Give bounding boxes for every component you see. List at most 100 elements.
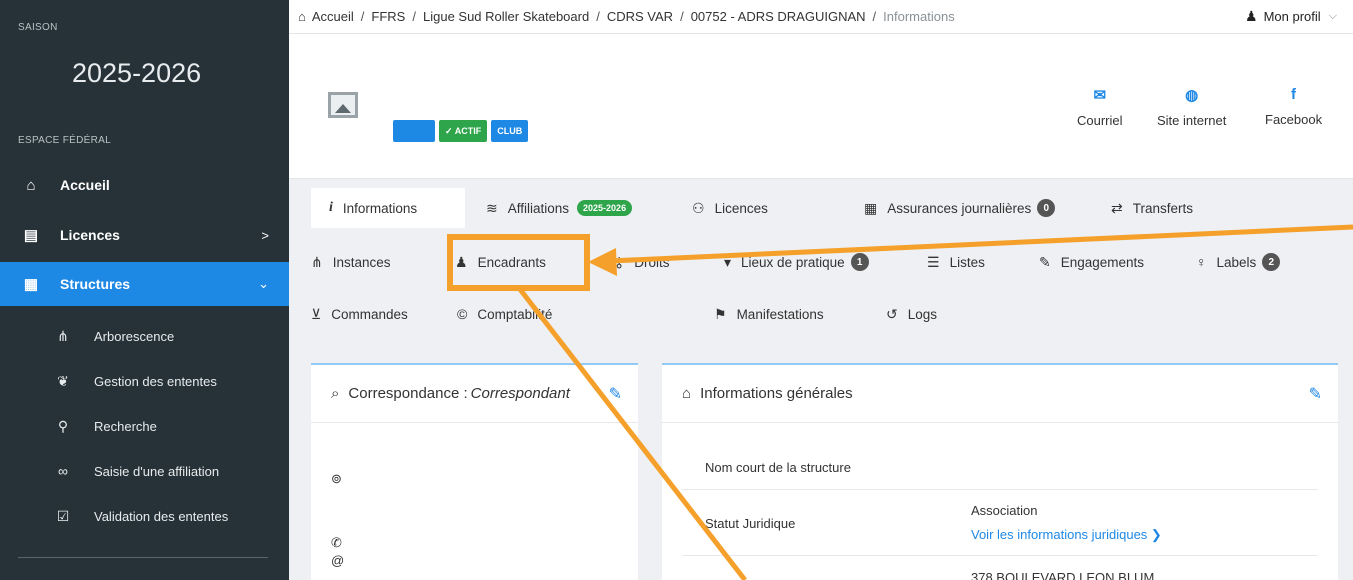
tab-label: Assurances journalières bbox=[887, 200, 1032, 216]
edit-icon[interactable]: ✎ bbox=[1309, 384, 1322, 404]
tab-label: Comptabilité bbox=[477, 306, 553, 322]
tab-affiliations[interactable]: ≋ Affiliations 2025-2026 bbox=[486, 188, 633, 228]
sidebar-item-structures[interactable]: ▦ Structures ⌄ bbox=[0, 262, 289, 306]
tab-transferts[interactable]: ⇄ Transferts bbox=[1111, 188, 1193, 228]
tab-instances[interactable]: ⋔ Instances bbox=[311, 242, 391, 282]
card-title-italic: Correspondant bbox=[470, 385, 570, 402]
link-icon: ∞ bbox=[58, 463, 68, 479]
tab-comptabilite[interactable]: © Comptabilité bbox=[457, 294, 552, 334]
tab-manifestations[interactable]: ⚑ Manifestations bbox=[714, 294, 824, 334]
tab-engagements[interactable]: ✎ Engagements bbox=[1039, 242, 1144, 282]
field-value: Association bbox=[971, 503, 1038, 518]
breadcrumb-item[interactable]: Ligue Sud Roller Skateboard bbox=[423, 9, 589, 24]
location-icon: ⊚ bbox=[331, 471, 342, 486]
sidebar-subitem-saisie-affiliation[interactable]: ∞ Saisie d'une affiliation bbox=[0, 451, 289, 491]
tab-label: Engagements bbox=[1060, 254, 1145, 270]
tab-label: Encadrants bbox=[477, 254, 546, 270]
tab-label: Commandes bbox=[331, 306, 408, 322]
building-icon: ▦ bbox=[23, 276, 39, 293]
edit-icon: ✎ bbox=[1039, 253, 1051, 270]
breadcrumb-item[interactable]: 00752 - ADRS DRAGUIGNAN bbox=[691, 9, 866, 24]
key-icon: ⚷ bbox=[614, 253, 625, 270]
sidebar-item-licences[interactable]: ▤ Licences > bbox=[0, 213, 289, 257]
calendar-icon: ▦ bbox=[864, 199, 878, 216]
breadcrumb-item[interactable]: Accueil bbox=[312, 9, 354, 24]
card-title: Informations générales bbox=[700, 385, 853, 402]
season-pill: 2025-2026 bbox=[577, 200, 633, 216]
tab-label: Licences bbox=[714, 200, 768, 216]
social-label: Facebook bbox=[1265, 112, 1323, 127]
phone-icon: ✆ bbox=[331, 535, 342, 550]
tab-listes[interactable]: ☰ Listes bbox=[927, 242, 985, 282]
users-icon: ⚇ bbox=[692, 199, 705, 216]
card-header: ⌂ Informations générales ✎ bbox=[662, 365, 1338, 423]
sidebar-subitem-recherche[interactable]: ⚲ Recherche bbox=[0, 406, 289, 446]
history-icon: ↺ bbox=[886, 305, 898, 322]
tab-commandes[interactable]: ⊻ Commandes bbox=[311, 294, 408, 334]
sidebar-subitem-validation-ententes[interactable]: ☑ Validation des ententes bbox=[0, 496, 289, 536]
tab-label: Informations bbox=[342, 200, 418, 216]
flag-icon: ⚑ bbox=[714, 305, 727, 322]
breadcrumb-separator: / bbox=[596, 9, 600, 24]
site-internet-link[interactable]: ◍ Site internet bbox=[1157, 86, 1226, 128]
sidebar-subitem-arborescence[interactable]: ⋔ Arborescence bbox=[0, 316, 289, 356]
courriel-link[interactable]: ✉ Courriel bbox=[1077, 86, 1123, 128]
tab-lieux-de-pratique[interactable]: ▾ Lieux de pratique 1 bbox=[724, 242, 869, 282]
status-badge: ✓ ACTIF bbox=[439, 120, 488, 142]
tab-licences[interactable]: ⚇ Licences bbox=[692, 188, 768, 228]
tab-assurances-journalieres[interactable]: ▦ Assurances journalières 0 bbox=[864, 188, 1056, 228]
home-icon: ⌂ bbox=[682, 385, 692, 402]
season-label: SAISON bbox=[18, 22, 58, 33]
sidebar: SAISON 2025-2026 ESPACE FÉDÉRAL ⌂ Accuei… bbox=[0, 0, 289, 580]
card-icon: ▤ bbox=[23, 227, 39, 244]
sitemap-icon: ⋔ bbox=[311, 253, 323, 270]
field-label: Statut Juridique bbox=[705, 516, 796, 531]
sidebar-item-accueil[interactable]: ⌂ Accueil bbox=[0, 163, 289, 207]
tab-encadrants[interactable]: ♟ Encadrants bbox=[455, 242, 546, 282]
list-icon: ☰ bbox=[927, 253, 940, 270]
structure-header: ✓ ACTIF CLUB ✉ Courriel ◍ Site internet … bbox=[289, 34, 1353, 179]
image-placeholder-icon bbox=[328, 92, 358, 118]
chevron-down-icon: ⌵ bbox=[1328, 10, 1337, 22]
handshake-icon: ❦ bbox=[57, 372, 69, 389]
home-icon: ⌂ bbox=[26, 176, 36, 194]
social-label: Site internet bbox=[1157, 113, 1227, 128]
tab-logs[interactable]: ↺ Logs bbox=[886, 294, 937, 334]
facebook-icon: f bbox=[1291, 86, 1297, 103]
tab-informations[interactable]: i Informations bbox=[311, 188, 465, 228]
sidebar-item-label: Structures bbox=[60, 276, 131, 292]
tab-label: Transferts bbox=[1132, 200, 1193, 216]
sidebar-subitem-gestion-ententes[interactable]: ❦ Gestion des ententes bbox=[0, 361, 289, 401]
chat-icon: ⌕ bbox=[331, 385, 340, 402]
facebook-link[interactable]: f Facebook bbox=[1265, 86, 1322, 127]
breadcrumb-item[interactable]: FFRS bbox=[371, 9, 405, 24]
address-value: 378 BOULEVARD LEON BLUM bbox=[971, 570, 1155, 580]
breadcrumb-item[interactable]: CDRS VAR bbox=[607, 9, 673, 24]
count-badge: 1 bbox=[850, 253, 869, 271]
type-badge: CLUB bbox=[491, 120, 529, 142]
sidebar-divider bbox=[18, 557, 268, 558]
edit-icon[interactable]: ✎ bbox=[609, 384, 622, 404]
layers-icon: ≋ bbox=[486, 199, 498, 216]
home-icon: ⌂ bbox=[298, 9, 306, 24]
tab-label: Listes bbox=[949, 254, 985, 270]
tab-labels[interactable]: ♀ Labels 2 bbox=[1196, 242, 1281, 282]
profile-label: Mon profil bbox=[1263, 9, 1321, 24]
badges: ✓ ACTIF CLUB bbox=[393, 120, 529, 142]
tab-label: Instances bbox=[332, 254, 391, 270]
sidebar-subitem-label: Validation des ententes bbox=[94, 508, 229, 524]
sidebar-item-label: Licences bbox=[60, 227, 120, 243]
informations-generales-card: ⌂ Informations générales ✎ Nom court de … bbox=[662, 363, 1338, 580]
season-value[interactable]: 2025-2026 bbox=[72, 58, 201, 89]
breadcrumb: ⌂ Accueil / FFRS / Ligue Sud Roller Skat… bbox=[298, 9, 955, 24]
tab-droits[interactable]: ⚷ Droits bbox=[614, 242, 670, 282]
legal-info-link[interactable]: Voir les informations juridiques ❯ bbox=[971, 527, 1162, 543]
profile-menu[interactable]: ♟ Mon profil ⌵ bbox=[1245, 8, 1337, 25]
search-icon: ⚲ bbox=[57, 417, 69, 434]
row-divider bbox=[682, 555, 1318, 556]
tab-label: Labels bbox=[1216, 254, 1257, 270]
sidebar-subitem-label: Arborescence bbox=[94, 328, 175, 344]
sidebar-subitem-label: Saisie d'une affiliation bbox=[94, 463, 220, 479]
card-title: Correspondance : bbox=[348, 385, 468, 402]
map-pin-icon: ▾ bbox=[724, 253, 732, 270]
